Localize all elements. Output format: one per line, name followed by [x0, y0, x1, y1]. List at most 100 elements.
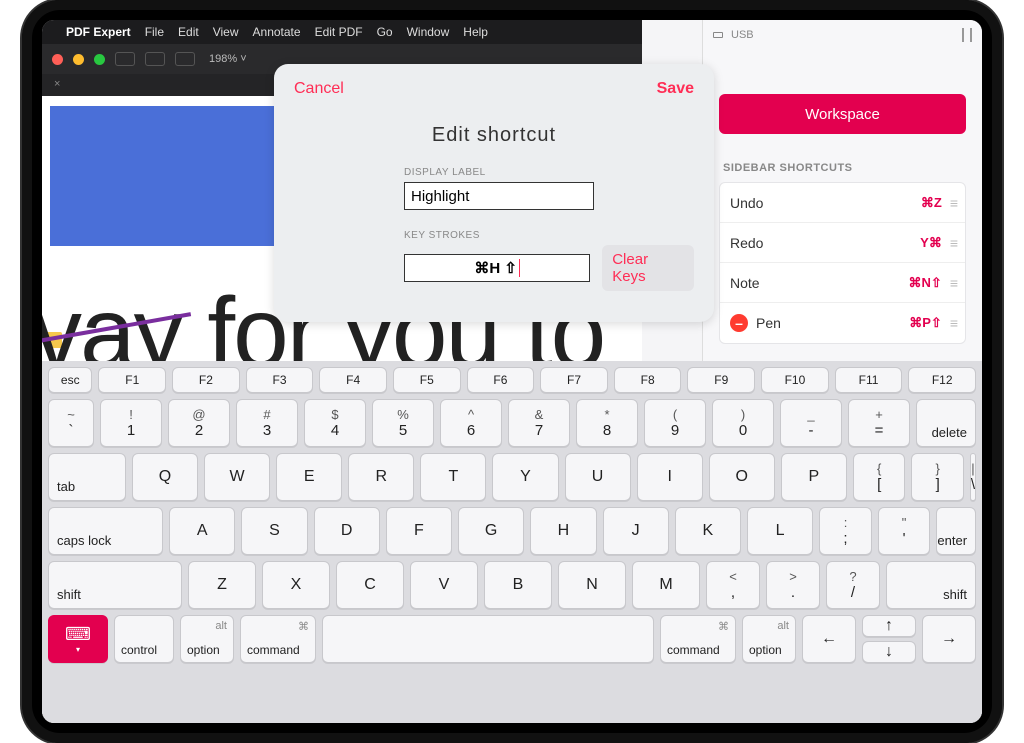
key-option-right[interactable]: altoption — [742, 615, 796, 663]
key-s[interactable]: S — [241, 507, 307, 555]
keystrokes-input[interactable]: ⌘H ⇧ — [404, 254, 590, 282]
key-0[interactable]: )0 — [712, 399, 774, 447]
key-slash[interactable]: ?/ — [826, 561, 880, 609]
key-command-left[interactable]: ⌘command — [240, 615, 316, 663]
key-tab[interactable]: tab — [48, 453, 126, 501]
menu-view[interactable]: View — [213, 25, 239, 39]
toolbar-thumb-icon[interactable] — [175, 52, 195, 66]
key-equals[interactable]: += — [848, 399, 910, 447]
menu-editpdf[interactable]: Edit PDF — [315, 25, 363, 39]
tab-close-icon[interactable]: × — [54, 78, 60, 90]
key-command-right[interactable]: ⌘command — [660, 615, 736, 663]
key-shift-right[interactable]: shift — [886, 561, 976, 609]
key-arrow-right[interactable]: → — [922, 615, 976, 663]
save-button[interactable]: Save — [657, 80, 694, 98]
key-arrow-left[interactable]: ← — [802, 615, 856, 663]
key-f2[interactable]: F2 — [172, 367, 240, 393]
key-control[interactable]: control — [114, 615, 174, 663]
key-f5[interactable]: F5 — [393, 367, 461, 393]
key-arrow-up[interactable]: ↑ — [862, 615, 916, 637]
key-h[interactable]: H — [530, 507, 596, 555]
key-f1[interactable]: F1 — [98, 367, 166, 393]
shortcut-row-undo[interactable]: Undo ⌘Z ≡ — [720, 183, 965, 223]
key-f6[interactable]: F6 — [467, 367, 535, 393]
dismiss-keyboard-button[interactable]: ⌨ ▾ — [48, 615, 108, 663]
traffic-zoom-icon[interactable] — [94, 54, 105, 65]
key-a[interactable]: A — [169, 507, 235, 555]
traffic-close-icon[interactable] — [52, 54, 63, 65]
key-o[interactable]: O — [709, 453, 775, 501]
key-w[interactable]: W — [204, 453, 270, 501]
key-f8[interactable]: F8 — [614, 367, 682, 393]
key-f3[interactable]: F3 — [246, 367, 314, 393]
key-space[interactable] — [322, 615, 654, 663]
menu-annotate[interactable]: Annotate — [253, 25, 301, 39]
key-6[interactable]: ^6 — [440, 399, 502, 447]
key-k[interactable]: K — [675, 507, 741, 555]
key-e[interactable]: E — [276, 453, 342, 501]
key-bracket-open[interactable]: {[ — [853, 453, 906, 501]
key-b[interactable]: B — [484, 561, 552, 609]
key-v[interactable]: V — [410, 561, 478, 609]
key-i[interactable]: I — [637, 453, 703, 501]
key-f11[interactable]: F11 — [835, 367, 903, 393]
key-backslash[interactable]: |\ — [970, 453, 976, 501]
key-esc[interactable]: esc — [48, 367, 92, 393]
menubar-app[interactable]: PDF Expert — [66, 25, 131, 39]
key-bracket-close[interactable]: }] — [911, 453, 964, 501]
key-r[interactable]: R — [348, 453, 414, 501]
delete-row-icon[interactable]: – — [730, 314, 748, 332]
key-m[interactable]: M — [632, 561, 700, 609]
toolbar-grid-icon[interactable] — [145, 52, 165, 66]
key-n[interactable]: N — [558, 561, 626, 609]
display-label-input[interactable]: Highlight — [404, 182, 594, 210]
key-minus[interactable]: _- — [780, 399, 842, 447]
key-f[interactable]: F — [386, 507, 452, 555]
key-capslock[interactable]: caps lock — [48, 507, 163, 555]
shortcut-row-note[interactable]: Note ⌘N⇧ ≡ — [720, 263, 965, 303]
menu-file[interactable]: File — [145, 25, 164, 39]
toolbar-sidebar-icon[interactable] — [115, 52, 135, 66]
clear-keys-button[interactable]: Clear Keys — [602, 245, 694, 291]
key-p[interactable]: P — [781, 453, 847, 501]
key-option-left[interactable]: altoption — [180, 615, 234, 663]
key-period[interactable]: >. — [766, 561, 820, 609]
key-l[interactable]: L — [747, 507, 813, 555]
key-7[interactable]: &7 — [508, 399, 570, 447]
drag-handle-icon[interactable]: ≡ — [950, 235, 955, 251]
key-y[interactable]: Y — [492, 453, 558, 501]
key-f9[interactable]: F9 — [687, 367, 755, 393]
key-quote[interactable]: "' — [878, 507, 931, 555]
key-backtick[interactable]: ~` — [48, 399, 94, 447]
key-j[interactable]: J — [603, 507, 669, 555]
key-arrow-down[interactable]: ↓ — [862, 641, 916, 663]
key-shift-left[interactable]: shift — [48, 561, 182, 609]
menu-edit[interactable]: Edit — [178, 25, 199, 39]
key-4[interactable]: $4 — [304, 399, 366, 447]
shortcut-row-pen[interactable]: – Pen ⌘P⇧ ≡ — [720, 303, 965, 343]
workspace-tab[interactable]: Workspace — [719, 94, 966, 134]
traffic-minimize-icon[interactable] — [73, 54, 84, 65]
menu-lines-icon[interactable] — [962, 28, 972, 42]
drag-handle-icon[interactable]: ≡ — [950, 315, 955, 331]
menu-go[interactable]: Go — [377, 25, 393, 39]
key-semicolon[interactable]: :; — [819, 507, 872, 555]
key-q[interactable]: Q — [132, 453, 198, 501]
key-t[interactable]: T — [420, 453, 486, 501]
menu-window[interactable]: Window — [407, 25, 450, 39]
key-5[interactable]: %5 — [372, 399, 434, 447]
key-c[interactable]: C — [336, 561, 404, 609]
key-8[interactable]: *8 — [576, 399, 638, 447]
key-z[interactable]: Z — [188, 561, 256, 609]
key-3[interactable]: #3 — [236, 399, 298, 447]
key-comma[interactable]: <, — [706, 561, 760, 609]
zoom-level[interactable]: 198% ˅ — [209, 53, 247, 65]
key-delete[interactable]: delete — [916, 399, 976, 447]
drag-handle-icon[interactable]: ≡ — [950, 195, 955, 211]
key-f10[interactable]: F10 — [761, 367, 829, 393]
key-d[interactable]: D — [314, 507, 380, 555]
key-x[interactable]: X — [262, 561, 330, 609]
key-f12[interactable]: F12 — [908, 367, 976, 393]
key-f4[interactable]: F4 — [319, 367, 387, 393]
menu-help[interactable]: Help — [463, 25, 488, 39]
